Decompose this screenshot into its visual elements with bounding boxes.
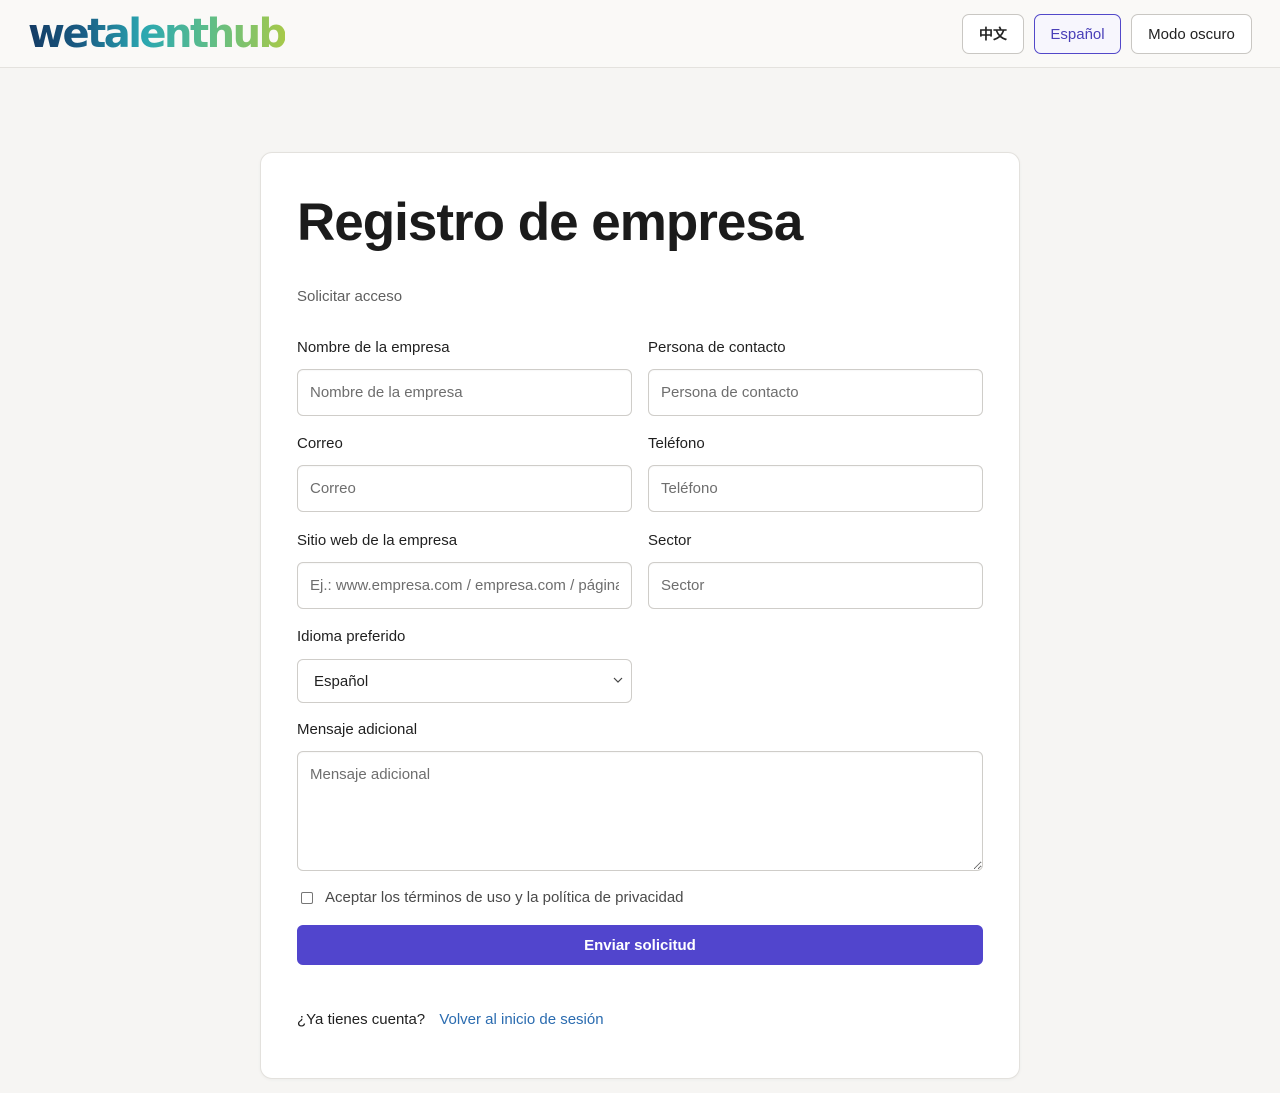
contact-person-input[interactable] [648,369,983,416]
wetalenthub-logo[interactable]: wetalenthub [28,8,287,60]
login-prompt: ¿Ya tienes cuenta? Volver al inicio de s… [297,1011,604,1028]
submit-request-button[interactable]: Enviar solicitud [297,925,983,965]
login-question: ¿Ya tienes cuenta? [297,1011,426,1028]
page-title: Registro de empresa [297,193,803,252]
dark-mode-button[interactable]: Modo oscuro [1131,14,1252,54]
preferred-language-select[interactable]: Español [297,659,632,703]
back-to-login-link[interactable]: Volver al inicio de sesión [439,1011,603,1028]
sector-input[interactable] [648,562,983,609]
terms-label[interactable]: Aceptar los términos de uso y la polític… [325,889,684,906]
email-input[interactable] [297,465,632,512]
language-spanish-button[interactable]: Español [1034,14,1121,54]
terms-checkbox[interactable] [301,891,313,904]
contact-person-label: Persona de contacto [648,339,786,356]
preferred-language-label: Idioma preferido [297,628,406,645]
website-label: Sitio web de la empresa [297,532,458,549]
chevron-down-icon [613,677,623,683]
preferred-language-value: Español [314,672,369,690]
company-name-input[interactable] [297,369,632,416]
language-chinese-button[interactable]: 中文 [962,14,1024,54]
message-label: Mensaje adicional [297,721,418,738]
phone-label: Teléfono [648,435,705,452]
website-input[interactable] [297,562,632,609]
email-label: Correo [297,435,343,452]
phone-input[interactable] [648,465,983,512]
sector-label: Sector [648,532,692,549]
company-name-label: Nombre de la empresa [297,339,450,356]
message-textarea[interactable] [297,751,983,871]
page-subtitle: Solicitar acceso [297,288,403,305]
terms-row: Aceptar los términos de uso y la polític… [301,889,684,906]
top-bar: wetalenthub 中文 Español Modo oscuro [0,0,1280,68]
registration-card: Registro de empresa Solicitar acceso Nom… [260,152,1020,1079]
